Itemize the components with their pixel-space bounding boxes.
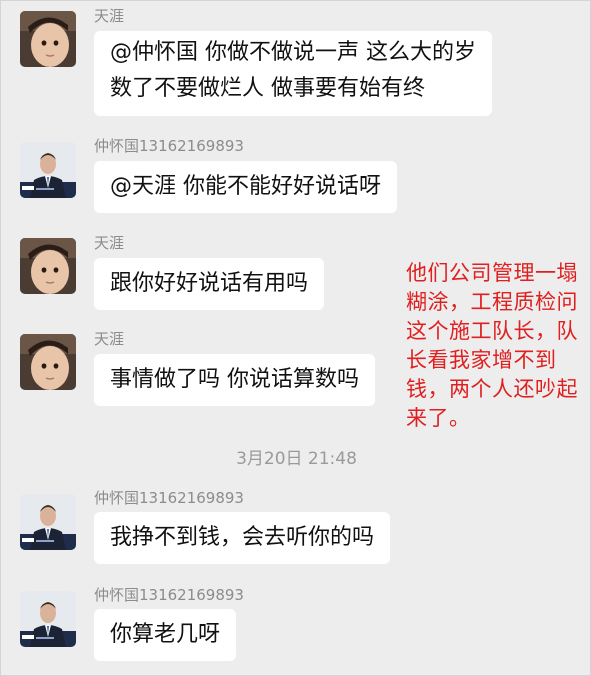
sender-name: 天涯: [94, 7, 125, 25]
baby-avatar[interactable]: [20, 334, 76, 390]
man-in-suit-avatar[interactable]: [20, 142, 76, 198]
annotation-text: 他们公司管理一塌糊涂，工程质检问这个施工队长，队长看我家增不到钱，两个人还吵起来…: [406, 261, 578, 430]
timestamp: 3月20日 21:48: [236, 449, 357, 469]
man-in-suit-avatar[interactable]: [20, 494, 76, 550]
message-bubble[interactable]: @天涯 你能不能好好说话呀: [94, 161, 397, 213]
chat-screenshot: 天涯 @仲怀国 你做不做说一声 这么大的岁数了不要做烂人 做事要有始有终 仲怀国…: [0, 0, 591, 676]
sender-name: 天涯: [94, 330, 125, 348]
sender-name: 仲怀国13162169893: [94, 586, 244, 604]
man-in-suit-avatar[interactable]: [20, 591, 76, 647]
message-bubble[interactable]: 我挣不到钱，会去听你的吗: [94, 512, 391, 564]
message-bubble[interactable]: @仲怀国 你做不做说一声 这么大的岁数了不要做烂人 做事要有始有终: [94, 31, 492, 116]
sender-name: 仲怀国13162169893: [94, 137, 244, 155]
sender-name: 仲怀国13162169893: [94, 489, 244, 507]
message-bubble[interactable]: 事情做了吗 你说话算数吗: [94, 354, 375, 406]
baby-avatar[interactable]: [20, 238, 76, 294]
baby-avatar[interactable]: [20, 11, 76, 67]
message-bubble[interactable]: 你算老几呀: [94, 609, 237, 661]
sender-name: 天涯: [94, 234, 125, 252]
message-bubble[interactable]: 跟你好好说话有用吗: [94, 258, 325, 310]
